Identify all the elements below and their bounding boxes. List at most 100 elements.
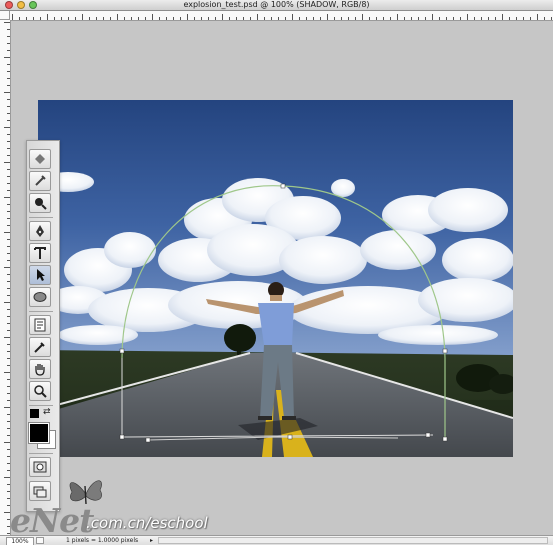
ruler-tick bbox=[383, 17, 384, 20]
ruler-origin[interactable] bbox=[0, 11, 10, 20]
ruler-tick bbox=[362, 14, 363, 20]
ruler-tick bbox=[7, 379, 10, 380]
ruler-tick bbox=[68, 17, 69, 20]
path-selection-tool-icon bbox=[37, 269, 45, 281]
foreground-color-swatch[interactable] bbox=[28, 422, 50, 444]
ruler-tick bbox=[47, 14, 48, 20]
ruler-tick bbox=[460, 17, 461, 20]
ruler-tick bbox=[4, 162, 10, 163]
ruler-tick bbox=[544, 17, 545, 20]
ruler-tick bbox=[432, 14, 433, 20]
ruler-tick bbox=[7, 183, 10, 184]
ruler-tick bbox=[7, 155, 10, 156]
ruler-tick bbox=[551, 17, 552, 20]
ruler-tick bbox=[4, 372, 10, 373]
ruler-tick bbox=[166, 17, 167, 20]
ruler-tick bbox=[7, 239, 10, 240]
ruler-tick bbox=[418, 17, 419, 20]
type-tool[interactable] bbox=[29, 243, 51, 263]
swap-colors-icon[interactable]: ⇄ bbox=[43, 408, 51, 417]
ruler-tick bbox=[7, 211, 10, 212]
ruler-tick bbox=[7, 29, 10, 30]
ruler-tick bbox=[250, 17, 251, 20]
ruler-tick bbox=[348, 17, 349, 20]
path-selection-tool[interactable] bbox=[29, 265, 51, 285]
quick-mask-icon bbox=[33, 461, 47, 473]
ruler-tick bbox=[4, 22, 10, 23]
ruler-tick bbox=[194, 17, 195, 20]
ruler-tick bbox=[292, 14, 293, 20]
ruler-tick bbox=[7, 309, 10, 310]
status-arrow-icon[interactable]: ▸ bbox=[150, 537, 153, 544]
zoom-tool-icon bbox=[34, 385, 47, 398]
ruler-tick bbox=[138, 17, 139, 20]
ruler-tick bbox=[103, 17, 104, 20]
photoshop-document-window: explosion_test.psd @ 100% (SHADOW, RGB/8… bbox=[0, 0, 553, 545]
ruler-tick bbox=[145, 17, 146, 20]
ruler-tick bbox=[530, 17, 531, 20]
magic-tool-icon bbox=[35, 175, 46, 186]
ruler-tick bbox=[7, 463, 10, 464]
ruler-tick bbox=[215, 17, 216, 20]
magic-tool[interactable] bbox=[29, 171, 51, 191]
ruler-tick bbox=[4, 337, 10, 338]
document-canvas[interactable] bbox=[38, 100, 513, 457]
window-title: explosion_test.psd @ 100% (SHADOW, RGB/8… bbox=[183, 0, 370, 9]
horizontal-scrollbar[interactable] bbox=[158, 537, 548, 544]
document-info: 1 pixels = 1.0000 pixels bbox=[66, 537, 139, 544]
ruler-tick bbox=[4, 267, 10, 268]
ruler-tick bbox=[7, 260, 10, 261]
ruler-tick bbox=[425, 17, 426, 20]
ruler-tick bbox=[502, 14, 503, 20]
ruler-tick bbox=[7, 295, 10, 296]
ellipse-tool[interactable] bbox=[29, 287, 51, 307]
bucket-tool[interactable] bbox=[29, 149, 51, 169]
ruler-tick bbox=[236, 17, 237, 20]
ruler-tick bbox=[4, 92, 10, 93]
ruler-tick bbox=[7, 456, 10, 457]
eyedropper-tool[interactable] bbox=[29, 337, 51, 357]
pen-tool[interactable] bbox=[29, 221, 51, 241]
ruler-tick bbox=[7, 113, 10, 114]
ruler-tick bbox=[7, 470, 10, 471]
ruler-tick bbox=[12, 14, 13, 20]
ruler-tick bbox=[152, 14, 153, 20]
ruler-tick bbox=[516, 17, 517, 20]
ruler-tick bbox=[467, 14, 468, 20]
vertical-ruler[interactable] bbox=[0, 20, 11, 535]
ruler-tick bbox=[201, 17, 202, 20]
notes-tool[interactable] bbox=[29, 315, 51, 335]
ruler-tick bbox=[187, 14, 188, 20]
type-tool-icon bbox=[34, 247, 46, 259]
ruler-tick bbox=[208, 17, 209, 20]
ruler-tick bbox=[82, 14, 83, 20]
hand-tool-icon bbox=[35, 364, 45, 376]
ruler-tick bbox=[264, 17, 265, 20]
ruler-tick bbox=[7, 71, 10, 72]
ruler-tick bbox=[439, 17, 440, 20]
ruler-tick bbox=[61, 17, 62, 20]
ruler-tick bbox=[474, 17, 475, 20]
ruler-tick bbox=[7, 400, 10, 401]
ruler-tick bbox=[222, 14, 223, 20]
ruler-tick bbox=[7, 43, 10, 44]
ruler-tick bbox=[397, 14, 398, 20]
burn-tool[interactable] bbox=[29, 193, 51, 213]
ruler-tick bbox=[243, 17, 244, 20]
zoom-tool[interactable] bbox=[29, 381, 51, 401]
ruler-tick bbox=[278, 17, 279, 20]
ruler-tick bbox=[7, 50, 10, 51]
default-colors-icon[interactable] bbox=[30, 409, 39, 418]
pen-tool-icon bbox=[36, 225, 44, 237]
ruler-tick bbox=[173, 17, 174, 20]
zoom-level-field[interactable]: 100% bbox=[6, 537, 34, 545]
quick-mask-button[interactable] bbox=[29, 457, 51, 477]
ruler-tick bbox=[7, 106, 10, 107]
ruler-tick bbox=[7, 176, 10, 177]
ruler-tick bbox=[229, 17, 230, 20]
hand-tool[interactable] bbox=[29, 359, 51, 379]
enet-watermark: eNet .com.cn/eschool bbox=[8, 478, 228, 537]
horizontal-ruler[interactable] bbox=[10, 11, 553, 21]
ruler-tick bbox=[124, 17, 125, 20]
ruler-tick bbox=[117, 14, 118, 20]
